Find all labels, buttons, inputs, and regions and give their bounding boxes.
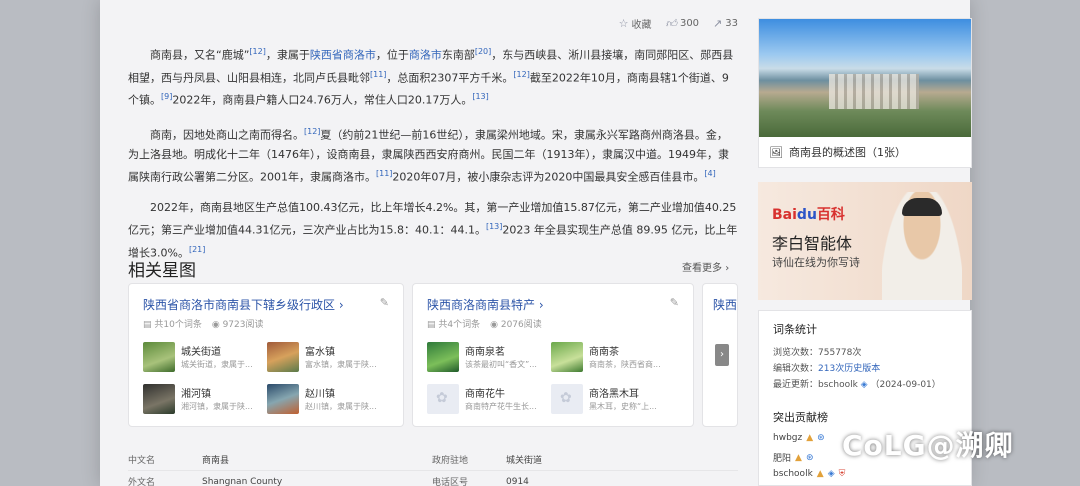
city-photo[interactable] (759, 19, 971, 137)
favorite-button[interactable]: ☆ 收藏 (619, 16, 652, 31)
baike-page: ☆ 收藏 👍︎ 300 ↗ 33 商南县，又名“鹿城”[12]，隶属于陕西省商洛市，位… (100, 0, 972, 486)
chevron-right-icon: › (338, 298, 344, 312)
list-item[interactable]: 富水镇 富水镇，隶属于陕... (267, 342, 385, 374)
list-item[interactable]: 赵川镇 赵川镇，隶属于陕... (267, 384, 385, 416)
citation-link[interactable]: [12] (249, 47, 265, 56)
list-item[interactable]: 商南泉茗 该茶最初叫“香文”... (427, 342, 545, 374)
thumbnail (143, 342, 175, 372)
citation-link[interactable]: [12] (513, 70, 529, 79)
contributor-item[interactable]: bschoolk ▲ ◈ ⛨ (773, 469, 845, 479)
card-meta: ▤ 共10个词条 ◉ 9723阅读 (143, 320, 264, 330)
thumbnail (267, 384, 299, 414)
related-card-townships[interactable]: 陕西省商洛市商南县下辖乡级行政区 › ✎ ▤ 共10个词条 ◉ 9723阅读 城… (128, 283, 404, 427)
related-card-clipped[interactable]: 陕西 › (702, 283, 738, 427)
link-shangluo[interactable]: 商洛市 (409, 49, 442, 62)
card-meta: ▤ 共4个词条 ◉ 2076阅读 (427, 320, 542, 330)
watermark-text: CoLG@溯卿 (842, 429, 1014, 462)
medal-icon: ⊛ (817, 433, 825, 443)
citation-link[interactable]: [11] (370, 70, 386, 79)
baidu-baike-logo: Baidu百科 (772, 207, 845, 223)
eye-icon: ◉ (490, 320, 498, 330)
placeholder-thumbnail (427, 384, 459, 414)
warning-badge-icon: ▲ (795, 452, 802, 463)
table-row: 中文名 商南县 政府驻地 城关街道 (128, 455, 543, 466)
article-content: ☆ 收藏 👍︎ 300 ↗ 33 商南县，又名“鹿城”[12]，隶属于陕西省商洛市，位… (128, 16, 738, 263)
image-caption[interactable]: 🖼︎ 商南县的概述图（1张） (769, 144, 906, 160)
eye-icon: ◉ (211, 320, 220, 330)
edits-stat: 编辑次数：213次历史版本 (773, 364, 881, 374)
list-item[interactable]: 商南茶 商南茶，陕西省商... (551, 342, 669, 374)
document-icon: ▤ (143, 320, 152, 330)
citation-link[interactable]: [4] (704, 169, 715, 178)
view-more-link[interactable]: 查看更多 › (682, 259, 729, 274)
chevron-right-icon: › (538, 298, 544, 312)
views-stat: 浏览次数：755778次 (773, 348, 862, 358)
thumbnail (427, 342, 459, 372)
list-item[interactable]: 城关街道 城关街道，隶属于... (143, 342, 261, 374)
gallery-icon: 🖼︎ (769, 145, 783, 159)
citation-link[interactable]: [11] (376, 169, 392, 178)
card-title[interactable]: 陕西商洛商南县特产 › (427, 296, 544, 313)
history-link[interactable]: 213次历史版本 (818, 364, 880, 374)
card-title[interactable]: 陕西 (713, 296, 737, 313)
related-card-specialties[interactable]: 陕西商洛商南县特产 › ✎ ▤ 共4个词条 ◉ 2076阅读 商南泉茗 该茶最初… (412, 283, 694, 427)
user-badge-icon: ◈ (827, 469, 835, 479)
thumbnail (551, 342, 583, 372)
list-item[interactable]: 商南花牛 商南特产花牛生长... (427, 384, 545, 416)
paragraph-history: 商南，因地处商山之南而得名。[12]夏（约前21世纪—前16世纪），隶属梁州地域… (128, 126, 729, 184)
chevron-right-icon: › (725, 263, 730, 274)
list-item[interactable]: 湘河镇 湘河镇，隶属于陕... (143, 384, 261, 416)
paragraph-economy: 2022年，商南县地区生产总值100.43亿元，比上年增长4.2%。其，第一产业… (128, 201, 738, 260)
ai-agent-ad[interactable]: Baidu百科 李白智能体 诗仙在线为你写诗 (758, 182, 972, 300)
warning-badge-icon: ▲ (816, 469, 824, 479)
citation-link[interactable]: [21] (189, 245, 205, 254)
citation-link[interactable]: [9] (161, 92, 172, 101)
contributor-item[interactable]: 肥阳 ▲ ⊛ (773, 451, 814, 465)
user-link[interactable]: bschoolk (818, 380, 858, 390)
citation-link[interactable]: [13] (486, 222, 502, 231)
poet-portrait (882, 192, 962, 300)
document-icon: ▤ (427, 320, 436, 330)
user-badge-icon: ◈ (860, 380, 868, 390)
action-bar: ☆ 收藏 👍︎ 300 ↗ 33 (619, 16, 738, 31)
contributor-item[interactable]: hwbgz ▲ ⊛ (773, 433, 825, 443)
like-button[interactable]: 👍︎ 300 (665, 16, 699, 31)
edit-icon[interactable]: ✎ (670, 296, 679, 309)
placeholder-thumbnail (551, 384, 583, 414)
link-shaanxi-shangluo[interactable]: 陕西省商洛市 (310, 49, 376, 62)
card-title[interactable]: 陕西省商洛市商南县下辖乡级行政区 › (143, 296, 344, 313)
citation-link[interactable]: [12] (304, 127, 320, 136)
related-section-title: 相关星图 (128, 261, 196, 281)
thumbnail (267, 342, 299, 372)
paragraph-overview: 商南县，又名“鹿城”[12]，隶属于陕西省商洛市，位于商洛市东南部[20]，东与… (128, 47, 734, 107)
table-row: 外文名 Shangnan County 电话区号 0914 (128, 470, 738, 486)
carousel-next-button[interactable]: › (715, 344, 729, 366)
star-icon: ☆ (618, 17, 629, 30)
warning-badge-icon: ▲ (806, 433, 814, 443)
thumbnail (143, 384, 175, 414)
citation-link[interactable]: [20] (475, 47, 491, 56)
share-button[interactable]: ↗ 33 (713, 16, 738, 31)
thumb-up-icon: 👍︎ (665, 17, 677, 30)
basic-info-table: 中文名 商南县 政府驻地 城关街道 外文名 Shangnan County 电话… (128, 448, 738, 486)
updated-stat: 最近更新：bschoolk ◈ （2024-09-01） (773, 380, 941, 390)
edit-icon[interactable]: ✎ (380, 296, 389, 309)
shield-icon: ⛨ (838, 469, 846, 479)
medal-icon: ⊛ (805, 452, 814, 463)
list-item[interactable]: 商洛黑木耳 黑木耳，史称“上... (551, 384, 669, 416)
share-icon: ↗ (713, 17, 723, 30)
contributors-title: 突出贡献榜 (773, 411, 828, 424)
ad-subtitle: 诗仙在线为你写诗 (772, 256, 860, 269)
citation-link[interactable]: [13] (472, 92, 488, 101)
stats-title: 词条统计 (773, 323, 817, 336)
overview-image[interactable]: 🖼︎ 商南县的概述图（1张） (758, 18, 972, 168)
ad-title: 李白智能体 (772, 234, 853, 253)
